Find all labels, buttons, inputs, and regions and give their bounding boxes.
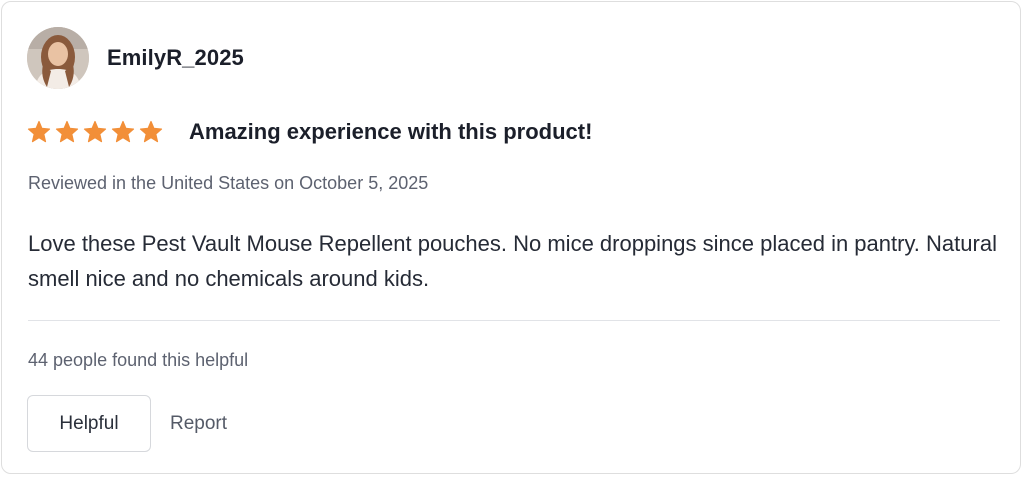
star-rating <box>27 120 163 144</box>
star-icon <box>55 120 79 144</box>
helpful-button[interactable]: Helpful <box>27 395 151 452</box>
avatar-photo-icon <box>27 27 89 89</box>
review-header: EmilyR_2025 <box>27 27 244 89</box>
rating-row: Amazing experience with this product! <box>27 117 592 147</box>
review-date: Reviewed in the United States on October… <box>28 173 429 193</box>
star-icon <box>139 120 163 144</box>
review-title: Amazing experience with this product! <box>189 119 593 144</box>
review-card: EmilyR_2025 Amazing experience with this… <box>1 1 1021 474</box>
star-icon <box>27 120 51 144</box>
star-icon <box>111 120 135 144</box>
reviewer-name: EmilyR_2025 <box>107 45 244 70</box>
report-link[interactable]: Report <box>170 413 227 435</box>
avatar <box>27 27 89 89</box>
divider <box>28 320 1000 321</box>
star-icon <box>83 120 107 144</box>
review-actions: Helpful Report <box>27 395 227 452</box>
review-text: Love these Pest Vault Mouse Repellent po… <box>28 231 997 291</box>
helpful-count: 44 people found this helpful <box>28 350 249 370</box>
